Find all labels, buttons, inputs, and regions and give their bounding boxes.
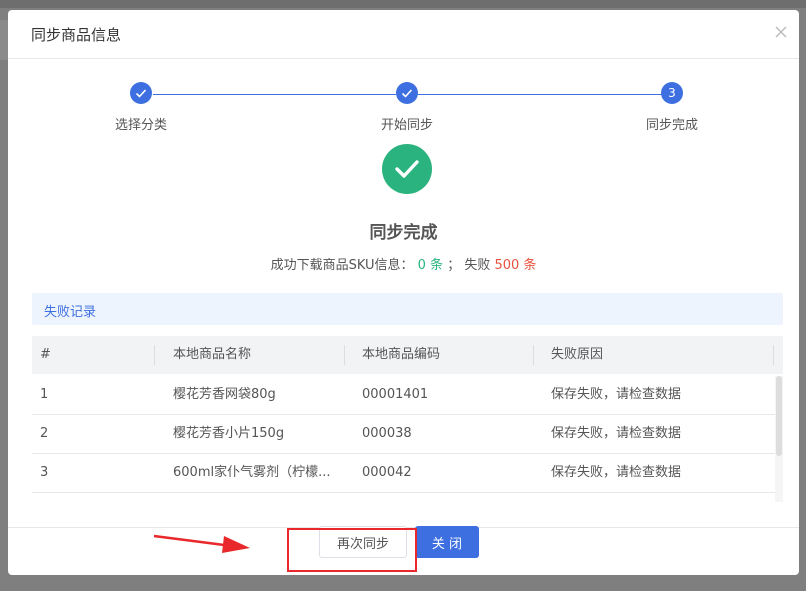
column-divider <box>773 345 774 365</box>
column-header-reason: 失败原因 <box>551 347 604 362</box>
table-row[interactable]: 1 樱花芳香网袋80g 00001401 保存失败，请检查数据 <box>32 375 775 415</box>
dialog-title: 同步商品信息 <box>31 26 122 44</box>
cell-name: 樱花芳香小片150g <box>173 426 285 441</box>
step-connector <box>153 94 396 95</box>
column-divider <box>344 345 345 365</box>
step-1-check-icon <box>130 82 152 104</box>
column-divider <box>154 345 155 365</box>
cell-name: 樱花芳香网袋80g <box>173 387 276 402</box>
annotation-arrow-icon <box>153 534 250 553</box>
summary-separator: ； 失败 <box>447 258 491 273</box>
cell-index: 1 <box>40 387 49 402</box>
cell-index: 3 <box>40 465 49 480</box>
table-row[interactable]: 3 600ml家仆气雾剂（柠檬... 000042 保存失败，请检查数据 <box>32 453 775 493</box>
resync-button[interactable]: 再次同步 <box>319 526 407 558</box>
fail-record-table: # 本地商品名称 本地商品编码 失败原因 1 樱花芳香网袋80g 0000140… <box>32 336 783 502</box>
step-2-label: 开始同步 <box>380 118 433 133</box>
fail-record-label: 失败记录 <box>44 305 97 320</box>
cell-reason: 保存失败，请检查数据 <box>551 426 682 441</box>
background-page-edge <box>0 20 8 60</box>
sync-dialog: 同步商品信息 选择分类 开始同步 3 同步完成 同步完成 成功下载商品SKU信息… <box>8 10 799 575</box>
result-summary: 成功下载商品SKU信息： 0 条 ； 失败 500 条 <box>8 254 799 273</box>
cell-code: 000038 <box>362 426 412 441</box>
cell-name: 600ml家仆气雾剂（柠檬... <box>173 465 331 480</box>
cell-code: 00001401 <box>362 387 429 402</box>
check-circle-icon <box>382 144 432 194</box>
summary-prefix: 成功下载商品SKU信息： <box>270 258 414 273</box>
fail-count: 500 条 <box>494 258 537 273</box>
column-divider <box>533 345 534 365</box>
close-icon[interactable] <box>773 24 789 40</box>
column-header-index: # <box>40 347 51 362</box>
table-header: # 本地商品名称 本地商品编码 失败原因 <box>32 336 783 374</box>
close-button[interactable]: 关 闭 <box>415 526 479 558</box>
cell-reason: 保存失败，请检查数据 <box>551 387 682 402</box>
step-connector <box>418 94 662 95</box>
dialog-header: 同步商品信息 <box>8 10 799 59</box>
background-overlay <box>0 0 806 8</box>
scrollbar-thumb[interactable] <box>776 376 782 456</box>
fail-record-header: 失败记录 <box>32 293 783 325</box>
step-3-number: 3 <box>661 82 683 104</box>
cell-index: 2 <box>40 426 49 441</box>
cell-reason: 保存失败，请检查数据 <box>551 465 682 480</box>
step-1-label: 选择分类 <box>114 118 167 133</box>
steps-progress: 选择分类 开始同步 3 同步完成 <box>8 82 799 142</box>
table-scrollbar[interactable] <box>775 376 783 502</box>
table-row[interactable]: 2 樱花芳香小片150g 000038 保存失败，请检查数据 <box>32 414 775 454</box>
column-header-code: 本地商品编码 <box>362 347 441 362</box>
step-2-check-icon <box>396 82 418 104</box>
result-title: 同步完成 <box>369 223 438 243</box>
step-3-label: 同步完成 <box>645 118 698 133</box>
cell-code: 000042 <box>362 465 412 480</box>
column-header-name: 本地商品名称 <box>173 347 252 362</box>
success-count: 0 条 <box>417 258 444 273</box>
